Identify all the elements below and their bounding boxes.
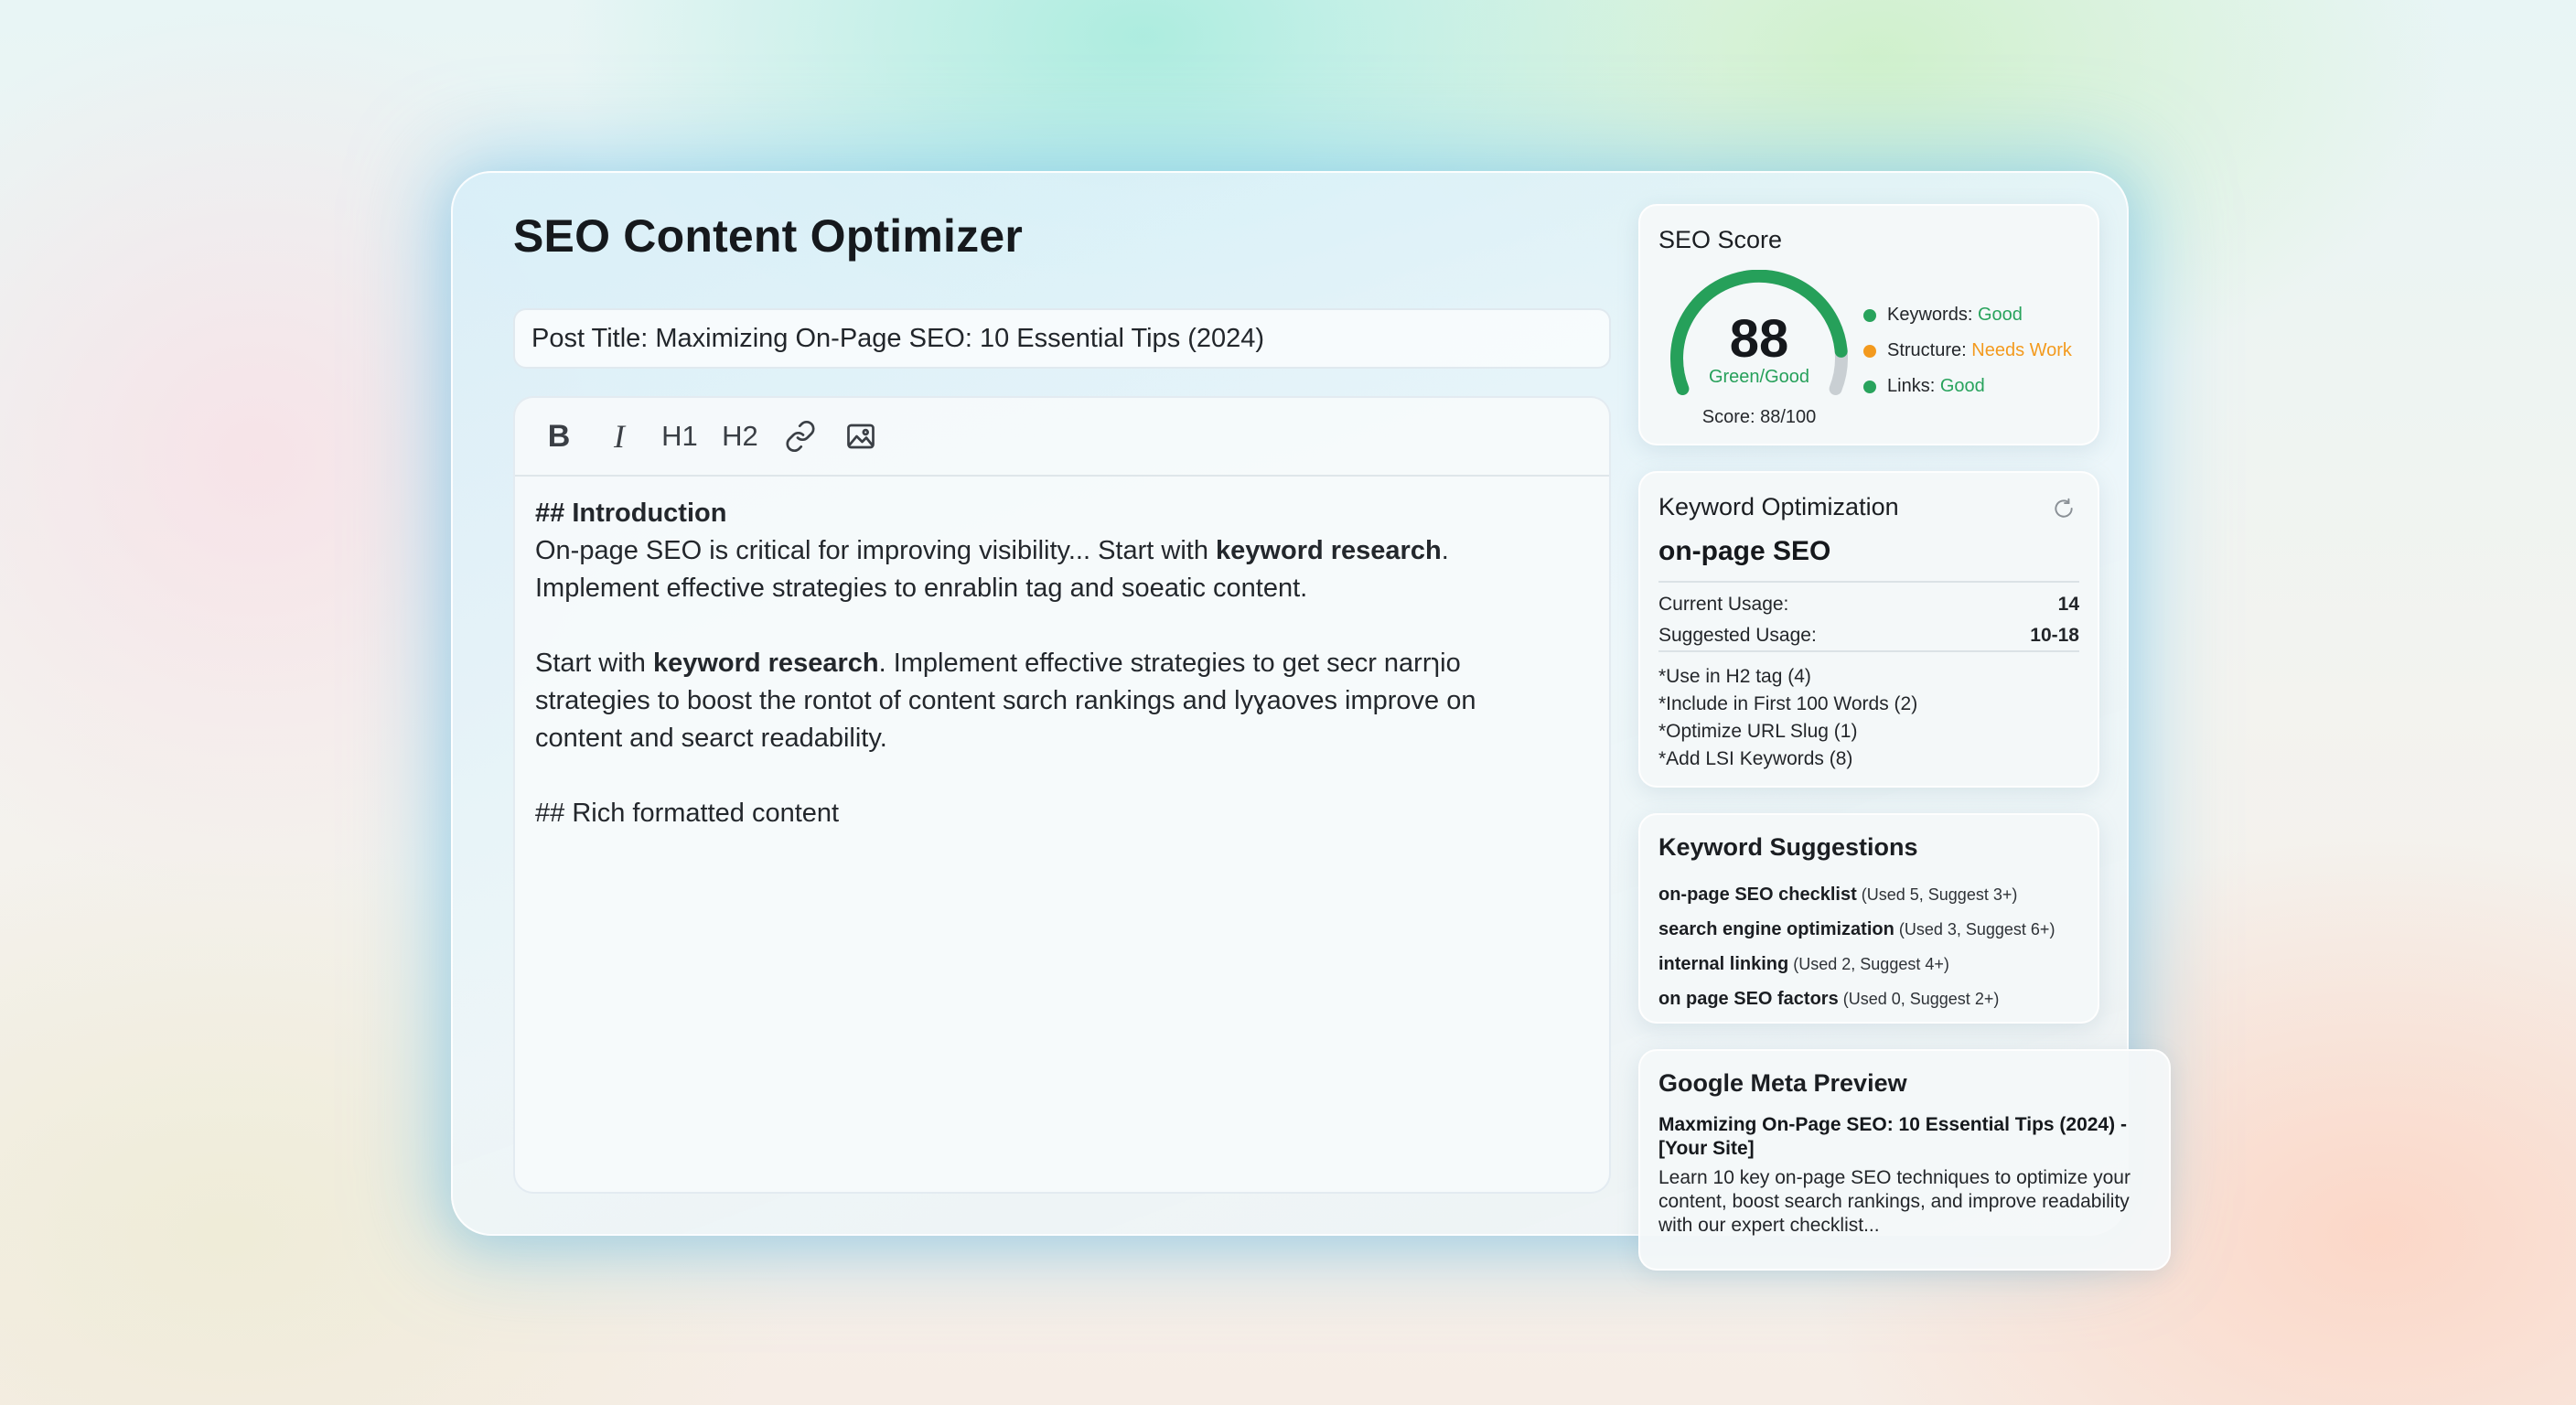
paragraph-1-line-2: Implement effective strategies to enrabl…: [535, 574, 1308, 603]
content-editor[interactable]: B I H1 H2 ## Introduction On-page SEO is: [513, 396, 1611, 1194]
link-button[interactable]: [773, 411, 828, 462]
keyword-optimization-heading: Keyword Optimization: [1658, 493, 1899, 520]
metric-structure: Structure: Needs Work: [1863, 333, 2072, 369]
link-icon: [786, 420, 815, 453]
suggestion-item[interactable]: on page SEO factors (Used 0, Suggest 2+): [1658, 981, 2055, 1016]
suggestion-item[interactable]: internal linking (Used 2, Suggest 4+): [1658, 947, 2055, 981]
divider: [1658, 650, 2079, 652]
keyword-suggestions-heading: Keyword Suggestions: [1658, 833, 1918, 861]
suggestion-item[interactable]: search engine optimization (Used 3, Sugg…: [1658, 912, 2055, 947]
keyword-tips-list: *Use in H2 tag (4) *Include in First 100…: [1658, 663, 1917, 773]
post-title-label: Post Title:: [531, 323, 649, 353]
paragraph-1: On-page SEO is critical for improving vi…: [535, 536, 1449, 565]
keyword-tip: *Use in H2 tag (4): [1658, 666, 1811, 687]
score-text: Score: 88/100: [1701, 407, 1817, 427]
keyword-suggestions-list: on-page SEO checklist (Used 5, Suggest 3…: [1658, 877, 2055, 1016]
score-status-label: Green/Good: [1708, 367, 1810, 387]
refresh-icon[interactable]: [2052, 497, 2076, 520]
h1-button[interactable]: H1: [652, 411, 707, 462]
app-title: SEO Content Optimizer: [513, 210, 1024, 262]
metric-keywords: Keywords: Good: [1863, 297, 2072, 333]
metric-links: Links: Good: [1863, 369, 2072, 404]
current-usage-row: Current Usage: 14: [1658, 594, 2079, 615]
score-value: 88: [1729, 309, 1789, 369]
meta-preview-title: Maxmizing On-Page SEO: 10 Essential Tips…: [1658, 1114, 2127, 1159]
score-metrics: Keywords: Good Structure: Needs Work Lin…: [1863, 297, 2072, 404]
paragraph-2: Start with keyword research. Implement e…: [535, 649, 1461, 678]
image-button[interactable]: [833, 411, 888, 462]
keyword-suggestions-panel: Keyword Suggestions on-page SEO checklis…: [1638, 813, 2099, 1024]
post-title-field[interactable]: Post Title: Maximizing On-Page SEO: 10 E…: [513, 308, 1611, 369]
meta-preview-description: Learn 10 key on-page SEO techniques to o…: [1658, 1167, 2131, 1236]
focus-keyword: on-page SEO: [1658, 536, 1831, 566]
app-window: SEO Content Optimizer Post Title: Maximi…: [451, 171, 2171, 1271]
paragraph-2-line-3: content and searct readability.: [535, 724, 887, 753]
status-dot: [1863, 308, 1876, 322]
divider: [1658, 581, 2079, 583]
keyword-tip: *Optimize URL Slug (1): [1658, 721, 1858, 742]
keyword-tip: *Include in First 100 Words (2): [1658, 693, 1918, 714]
google-meta-preview-panel: Google Meta Preview Maxmizing On-Page SE…: [1638, 1049, 2171, 1271]
keyword-tip: *Add LSI Keywords (8): [1658, 748, 1853, 769]
suggestion-item[interactable]: on-page SEO checklist (Used 5, Suggest 3…: [1658, 877, 2055, 912]
formatting-toolbar: B I H1 H2: [515, 398, 1609, 477]
italic-button[interactable]: I: [592, 411, 647, 462]
seo-score-panel: SEO Score 88 Green/Good Score: 88/100 Ke…: [1638, 204, 2099, 445]
bold-button[interactable]: B: [531, 411, 586, 462]
heading-rich-content: ## Rich formatted content: [535, 799, 840, 828]
status-dot: [1863, 380, 1876, 393]
editor-content[interactable]: ## Introduction On-page SEO is critical …: [515, 477, 1609, 851]
paragraph-2-line-2: strategies to boost the rontot of conten…: [535, 686, 1476, 715]
heading-introduction: ## Introduction: [535, 499, 727, 528]
h2-button[interactable]: H2: [713, 411, 767, 462]
post-title-value[interactable]: Maximizing On-Page SEO: 10 Essential Tip…: [655, 324, 1264, 354]
keyword-optimization-panel: Keyword Optimization on-page SEO Current…: [1638, 471, 2099, 788]
image-icon: [847, 424, 875, 449]
meta-preview-heading: Google Meta Preview: [1658, 1069, 1907, 1097]
suggested-usage-row: Suggested Usage: 10-18: [1658, 625, 2079, 646]
status-dot: [1863, 344, 1876, 358]
seo-score-heading: SEO Score: [1658, 226, 1783, 253]
